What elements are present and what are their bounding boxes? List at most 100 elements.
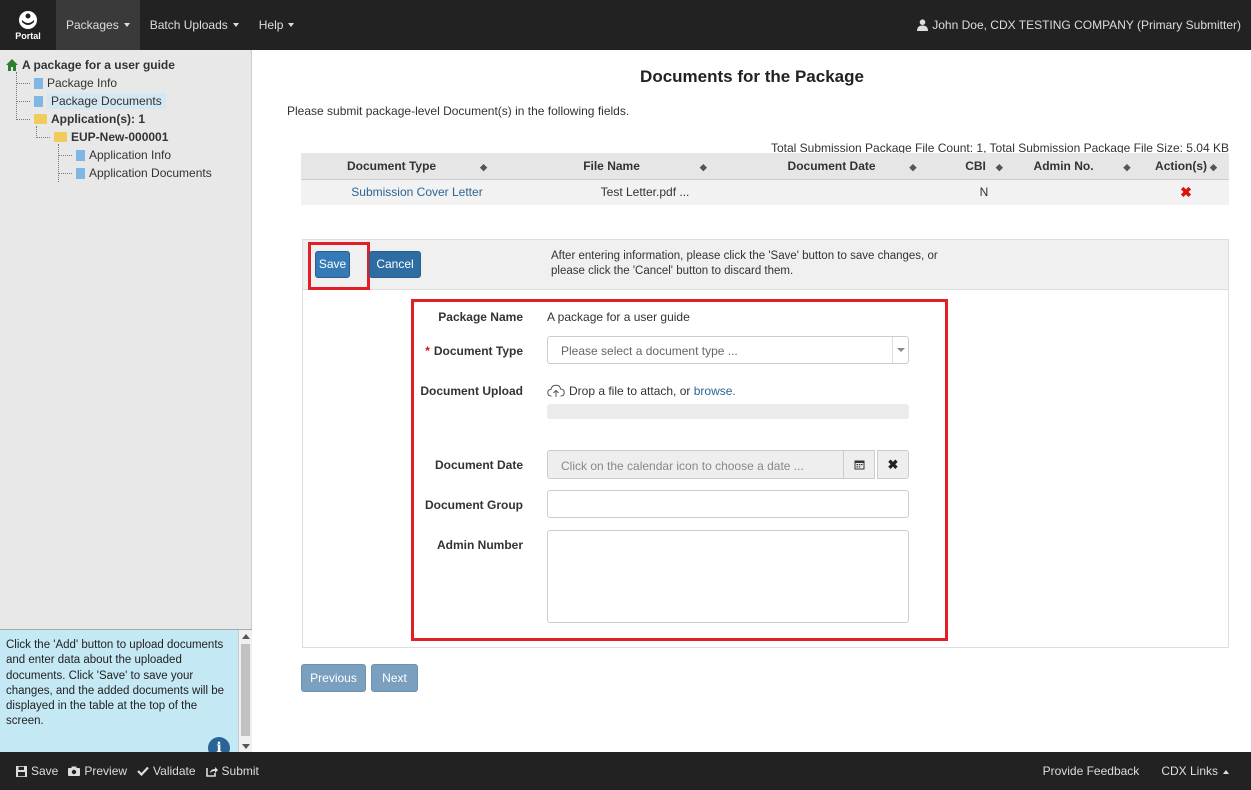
scroll-thumb[interactable]	[241, 644, 250, 736]
cell-file-name: Test Letter.pdf ...	[533, 179, 757, 205]
bottom-validate-button[interactable]: Validate	[137, 764, 196, 778]
tree-root-label: A package for a user guide	[22, 58, 175, 72]
column-header-label: CBI	[965, 158, 986, 173]
document-type-link[interactable]: Submission Cover Letter	[351, 185, 482, 199]
tree-item-application-documents[interactable]: Application Documents	[6, 164, 251, 182]
document-type-label-text: Document Type	[433, 344, 523, 358]
menu-batch-uploads-label: Batch Uploads	[149, 18, 228, 32]
tree-item-label: Application(s): 1	[51, 112, 146, 126]
column-header-actions[interactable]: Action(s) ◆	[1143, 153, 1229, 180]
upload-text: Drop a file to attach, or	[569, 384, 691, 398]
sort-icon: ◆	[995, 161, 1003, 172]
bottom-preview-button[interactable]: Preview	[68, 764, 127, 778]
document-date-label: Document Date	[434, 458, 523, 472]
column-header-label: File Name	[583, 158, 640, 173]
share-icon	[205, 766, 218, 777]
admin-number-label: Admin Number	[436, 538, 523, 552]
delete-icon[interactable]: ✖	[1180, 184, 1192, 200]
previous-button[interactable]: Previous	[301, 664, 366, 692]
calendar-icon	[854, 460, 864, 470]
document-date-placeholder: Click on the calendar icon to choose a d…	[561, 459, 804, 473]
calendar-button[interactable]	[843, 450, 875, 479]
bottom-save-button[interactable]: Save	[16, 764, 58, 778]
home-icon	[6, 59, 18, 71]
provide-feedback-link[interactable]: Provide Feedback	[1043, 764, 1140, 778]
tree-item-applications[interactable]: Application(s): 1	[6, 110, 251, 128]
tree-item-label: Package Info	[47, 76, 118, 90]
scroll-down-icon[interactable]	[242, 744, 250, 749]
tree-item-package-documents[interactable]: Package Documents	[6, 92, 251, 110]
file-icon	[34, 77, 43, 89]
tree-item-eup[interactable]: EUP-New-000001	[6, 128, 251, 146]
sort-icon: ◆	[699, 161, 707, 172]
admin-number-textarea[interactable]	[547, 530, 909, 623]
package-tree: A package for a user guide Package Info …	[0, 50, 251, 182]
document-date-input[interactable]: Click on the calendar icon to choose a d…	[547, 450, 844, 479]
cell-document-type[interactable]: Submission Cover Letter	[301, 179, 533, 205]
tree-item-package-info[interactable]: Package Info	[6, 74, 251, 92]
bottom-save-label: Save	[31, 764, 59, 778]
cloud-upload-icon	[547, 384, 565, 397]
column-header-label: Action(s)	[1155, 158, 1208, 173]
sort-icon: ◆	[909, 161, 917, 172]
document-form-panel: Save Cancel After entering information, …	[302, 239, 1229, 648]
document-group-label: Document Group	[425, 498, 523, 512]
package-name-value: A package for a user guide	[547, 310, 690, 324]
caret-up-icon	[1223, 769, 1229, 774]
portal-logo-icon	[19, 10, 37, 29]
documents-table: Document Type ◆ File Name ◆ Document Date ◆…	[301, 153, 1229, 205]
page-title: Documents for the Package	[640, 67, 864, 86]
caret-down-icon	[288, 23, 295, 27]
menu-batch-uploads[interactable]: Batch Uploads	[140, 0, 249, 50]
document-upload-dropzone[interactable]: Drop a file to attach, or browse.	[547, 384, 736, 398]
tree-item-label: Application Info	[89, 148, 172, 162]
portal-logo[interactable]: Portal	[0, 0, 56, 50]
caret-down-icon	[123, 23, 130, 27]
form-header-message: After entering information, please click…	[551, 250, 938, 277]
bottom-validate-label: Validate	[153, 764, 196, 778]
checkmark-icon	[137, 766, 149, 776]
next-button[interactable]: Next	[371, 664, 418, 692]
column-header-cbi[interactable]: CBI ◆	[947, 153, 1021, 180]
file-icon	[76, 167, 85, 179]
column-header-document-type[interactable]: Document Type ◆	[301, 153, 533, 180]
column-header-label: Document Date	[787, 158, 876, 173]
user-icon	[917, 19, 929, 31]
top-navbar: Portal Packages Batch Uploads Help John …	[0, 0, 1251, 50]
tree-item-label: Application Documents	[89, 166, 212, 180]
menu-help-label: Help	[258, 18, 284, 32]
column-header-file-name[interactable]: File Name ◆	[533, 153, 757, 180]
save-button[interactable]: Save	[315, 251, 350, 278]
close-icon: ✖	[887, 456, 899, 472]
cdx-links-menu[interactable]: CDX Links	[1161, 764, 1229, 778]
cancel-button[interactable]: Cancel	[369, 251, 421, 278]
table-row: Submission Cover Letter Test Letter.pdf …	[301, 179, 1229, 205]
user-name: John Doe, CDX TESTING COMPANY (Primary S…	[932, 18, 1241, 32]
cell-document-date	[757, 179, 947, 205]
camera-icon	[68, 766, 81, 776]
document-type-label: * Document Type	[413, 344, 523, 358]
column-header-document-date[interactable]: Document Date ◆	[757, 153, 947, 180]
upload-progress-bar	[547, 404, 909, 419]
clear-date-button[interactable]: ✖	[877, 450, 909, 479]
tree-item-application-info[interactable]: Application Info	[6, 146, 251, 164]
document-type-select[interactable]: Please select a document type ...	[547, 336, 909, 364]
help-scrollbar[interactable]	[238, 630, 252, 753]
document-group-input[interactable]	[547, 490, 909, 518]
document-type-placeholder: Please select a document type ...	[561, 344, 738, 358]
user-menu[interactable]: John Doe, CDX TESTING COMPANY (Primary S…	[917, 0, 1251, 50]
floppy-icon	[16, 765, 27, 777]
menu-help[interactable]: Help	[249, 0, 305, 50]
tree-item-label: EUP-New-000001	[71, 130, 169, 144]
browse-link[interactable]: browse.	[694, 384, 736, 398]
scroll-up-icon[interactable]	[242, 634, 250, 639]
bottom-submit-button[interactable]: Submit	[205, 764, 259, 778]
column-header-label: Admin No.	[1033, 158, 1094, 173]
main-content: Documents for the Package Please submit …	[253, 50, 1251, 752]
menu-packages-label: Packages	[66, 18, 119, 32]
tree-root-package[interactable]: A package for a user guide	[6, 56, 251, 74]
caret-down-icon	[232, 23, 239, 27]
column-header-admin-no[interactable]: Admin No. ◆	[1021, 153, 1143, 180]
folder-icon	[34, 114, 47, 124]
menu-packages[interactable]: Packages	[56, 0, 140, 50]
